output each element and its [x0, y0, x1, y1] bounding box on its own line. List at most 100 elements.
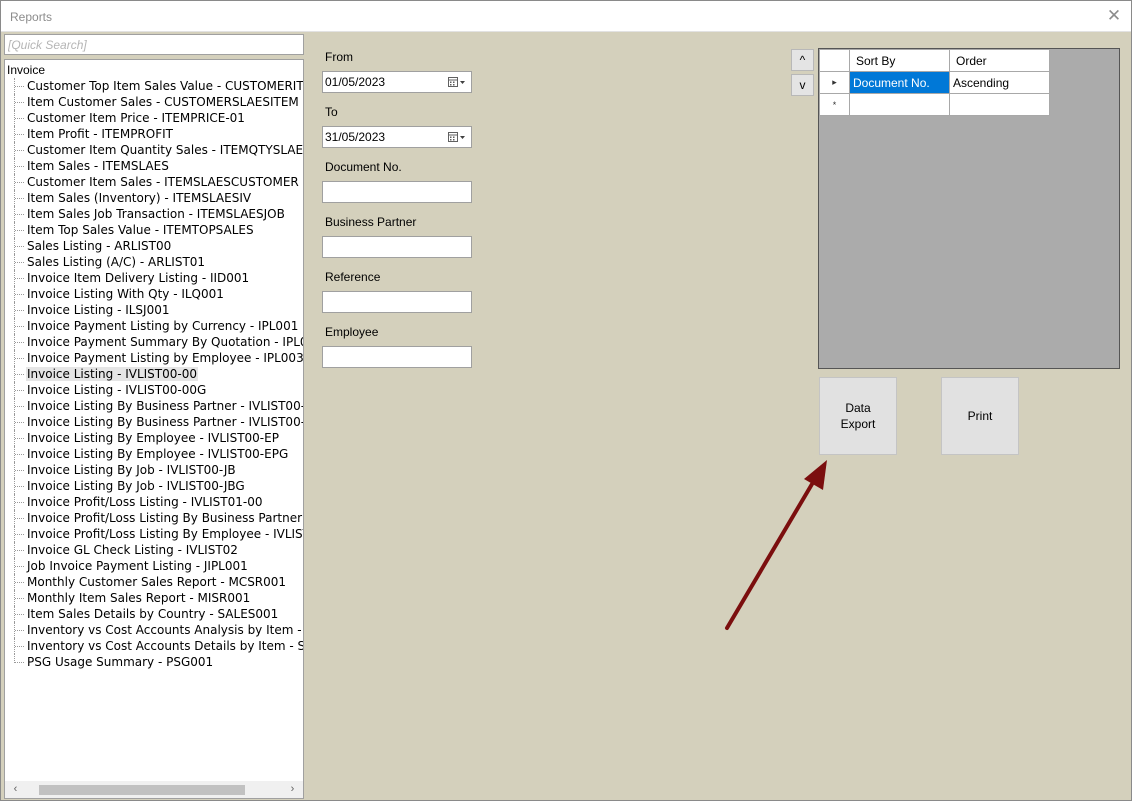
tree-item[interactable]: Item Sales Job Transaction - ITEMSLAESJO… — [5, 206, 303, 222]
tree-item-label: Monthly Customer Sales Report - MCSR001 — [27, 575, 287, 589]
tree-connector — [15, 438, 24, 439]
tree-item[interactable]: Invoice Listing - IVLIST00-00G — [5, 382, 303, 398]
column-header-order[interactable]: Order — [949, 49, 1050, 72]
tree-item[interactable]: Invoice Payment Listing by Currency - IP… — [5, 318, 303, 334]
tree-item[interactable]: Customer Top Item Sales Value - CUSTOMER… — [5, 78, 303, 94]
tree-item-label: Invoice Listing With Qty - ILQ001 — [27, 287, 224, 301]
tree-item[interactable]: Item Customer Sales - CUSTOMERSLAESITEM — [5, 94, 303, 110]
reference-label: Reference — [325, 270, 381, 284]
tree-item[interactable]: Item Sales - ITEMSLAES — [5, 158, 303, 174]
close-icon[interactable]: ✕ — [1105, 7, 1123, 25]
business-partner-field[interactable] — [322, 236, 472, 258]
tree-item[interactable]: Item Sales (Inventory) - ITEMSLAESIV — [5, 190, 303, 206]
tree-item-label: Invoice Profit/Loss Listing - IVLIST01-0… — [27, 495, 263, 509]
document-no-field[interactable] — [322, 181, 472, 203]
title-bar: Reports ✕ — [1, 1, 1131, 32]
tree-item[interactable]: Invoice Listing By Employee - IVLIST00-E… — [5, 430, 303, 446]
tree-item[interactable]: Inventory vs Cost Accounts Analysis by I… — [5, 622, 303, 638]
tree-root-invoice[interactable]: Invoice — [7, 63, 45, 77]
tree-item[interactable]: Customer Item Quantity Sales - ITEMQTYSL… — [5, 142, 304, 158]
tree-item[interactable]: Customer Item Sales - ITEMSLAESCUSTOMER — [5, 174, 303, 190]
tree-item[interactable]: PSG Usage Summary - PSG001 — [5, 654, 303, 670]
data-export-button[interactable]: Data Export — [819, 377, 897, 455]
tree-item-label: Invoice Payment Summary By Quotation - I… — [27, 335, 304, 349]
tree-item[interactable]: Customer Item Price - ITEMPRICE-01 — [5, 110, 303, 126]
tree-items: Customer Top Item Sales Value - CUSTOMER… — [5, 78, 304, 670]
to-date-picker[interactable]: 31/05/2023 — [322, 126, 472, 148]
tree-item[interactable]: Invoice Listing By Job - IVLIST00-JBG — [5, 478, 303, 494]
tree-connector — [15, 342, 24, 343]
tree-connector — [15, 246, 24, 247]
new-row[interactable]: * — [819, 93, 1050, 116]
tree-item[interactable]: Invoice GL Check Listing - IVLIST02 — [5, 542, 303, 558]
tree-item-label: Invoice Listing - IVLIST00-00 — [26, 367, 198, 381]
tree-item[interactable]: Invoice Profit/Loss Listing - IVLIST01-0… — [5, 494, 303, 510]
tree-item-label: Invoice Listing - IVLIST00-00G — [27, 383, 207, 397]
quick-search-input[interactable] — [4, 34, 304, 55]
tree-item[interactable]: Item Profit - ITEMPROFIT — [5, 126, 303, 142]
tree-connector — [15, 550, 24, 551]
tree-item-label: Invoice GL Check Listing - IVLIST02 — [27, 543, 238, 557]
tree-connector — [15, 406, 24, 407]
tree-connector — [15, 502, 24, 503]
tree-item-label: Customer Item Quantity Sales - ITEMQTYSL… — [27, 143, 304, 157]
table-row[interactable]: ▸ Document No. Ascending — [819, 71, 1050, 94]
move-up-button[interactable]: ^ — [791, 49, 814, 71]
column-header-sort-by[interactable]: Sort By — [849, 49, 950, 72]
tree-item[interactable]: Invoice Listing By Job - IVLIST00-JB — [5, 462, 303, 478]
tree-item[interactable]: Invoice Profit/Loss Listing By Business … — [5, 510, 303, 526]
from-date-value: 01/05/2023 — [325, 75, 386, 89]
tree-connector — [15, 630, 24, 631]
tree-connector — [15, 486, 24, 487]
tree-item[interactable]: Invoice Profit/Loss Listing By Employee … — [5, 526, 303, 542]
employee-field[interactable] — [322, 346, 472, 368]
scroll-left-icon[interactable]: ‹ — [7, 781, 24, 798]
tree-item[interactable]: Invoice Listing By Employee - IVLIST00-E… — [5, 446, 303, 462]
move-down-button[interactable]: v — [791, 74, 814, 96]
tree-connector — [15, 326, 24, 327]
tree-item-label: Invoice Listing By Job - IVLIST00-JB — [27, 463, 236, 477]
from-date-picker[interactable]: 01/05/2023 — [322, 71, 472, 93]
to-date-value: 31/05/2023 — [325, 130, 386, 144]
tree-item-label: Customer Item Sales - ITEMSLAESCUSTOMER — [27, 175, 299, 189]
tree-item[interactable]: Monthly Item Sales Report - MISR001 — [5, 590, 303, 606]
tree-item[interactable]: Sales Listing - ARLIST00 — [5, 238, 303, 254]
horizontal-scrollbar[interactable]: ‹ › — [5, 781, 303, 798]
tree-item[interactable]: Invoice Item Delivery Listing - IID001 — [5, 270, 303, 286]
tree-item[interactable]: Invoice Listing With Qty - ILQ001 — [5, 286, 303, 302]
tree-item[interactable]: Inventory vs Cost Accounts Details by It… — [5, 638, 303, 654]
sort-by-cell[interactable]: Document No. — [849, 71, 950, 94]
tree-item[interactable]: Sales Listing (A/C) - ARLIST01 — [5, 254, 303, 270]
tree-item-label: Invoice Listing By Job - IVLIST00-JBG — [27, 479, 245, 493]
new-sort-by-cell[interactable] — [849, 93, 950, 116]
tree-connector — [15, 86, 24, 87]
tree-item[interactable]: Job Invoice Payment Listing - JIPL001 — [5, 558, 303, 574]
tree-item[interactable]: Invoice Payment Summary By Quotation - I… — [5, 334, 304, 350]
tree-item-label: Item Sales Job Transaction - ITEMSLAESJO… — [27, 207, 285, 221]
tree-connector — [15, 566, 24, 567]
tree-item[interactable]: Invoice Listing - IVLIST00-00 — [5, 366, 303, 382]
sort-grid: Sort By Order ▸ Document No. Ascending * — [818, 48, 1120, 369]
calendar-dropdown-icon[interactable] — [448, 77, 466, 88]
tree-item[interactable]: Item Sales Details by Country - SALES001 — [5, 606, 303, 622]
tree-connector — [15, 262, 24, 263]
order-cell[interactable]: Ascending — [949, 71, 1050, 94]
calendar-dropdown-icon[interactable] — [448, 132, 466, 143]
tree-item[interactable]: Item Top Sales Value - ITEMTOPSALES — [5, 222, 303, 238]
tree-connector — [15, 198, 24, 199]
reference-field[interactable] — [322, 291, 472, 313]
tree-connector — [15, 294, 24, 295]
tree-connector — [15, 134, 24, 135]
print-button[interactable]: Print — [941, 377, 1019, 455]
new-order-cell[interactable] — [949, 93, 1050, 116]
tree-item[interactable]: Monthly Customer Sales Report - MCSR001 — [5, 574, 303, 590]
tree-connector — [15, 102, 24, 103]
scrollbar-thumb[interactable] — [39, 785, 245, 795]
tree-item[interactable]: Invoice Listing - ILSJ001 — [5, 302, 303, 318]
tree-item[interactable]: Invoice Listing By Business Partner - IV… — [5, 414, 303, 430]
tree-item[interactable]: Invoice Payment Listing by Employee - IP… — [5, 350, 303, 366]
tree-connector — [15, 518, 24, 519]
tree-item-label: Inventory vs Cost Accounts Details by It… — [27, 639, 303, 653]
scroll-right-icon[interactable]: › — [284, 781, 301, 798]
tree-item[interactable]: Invoice Listing By Business Partner - IV… — [5, 398, 303, 414]
